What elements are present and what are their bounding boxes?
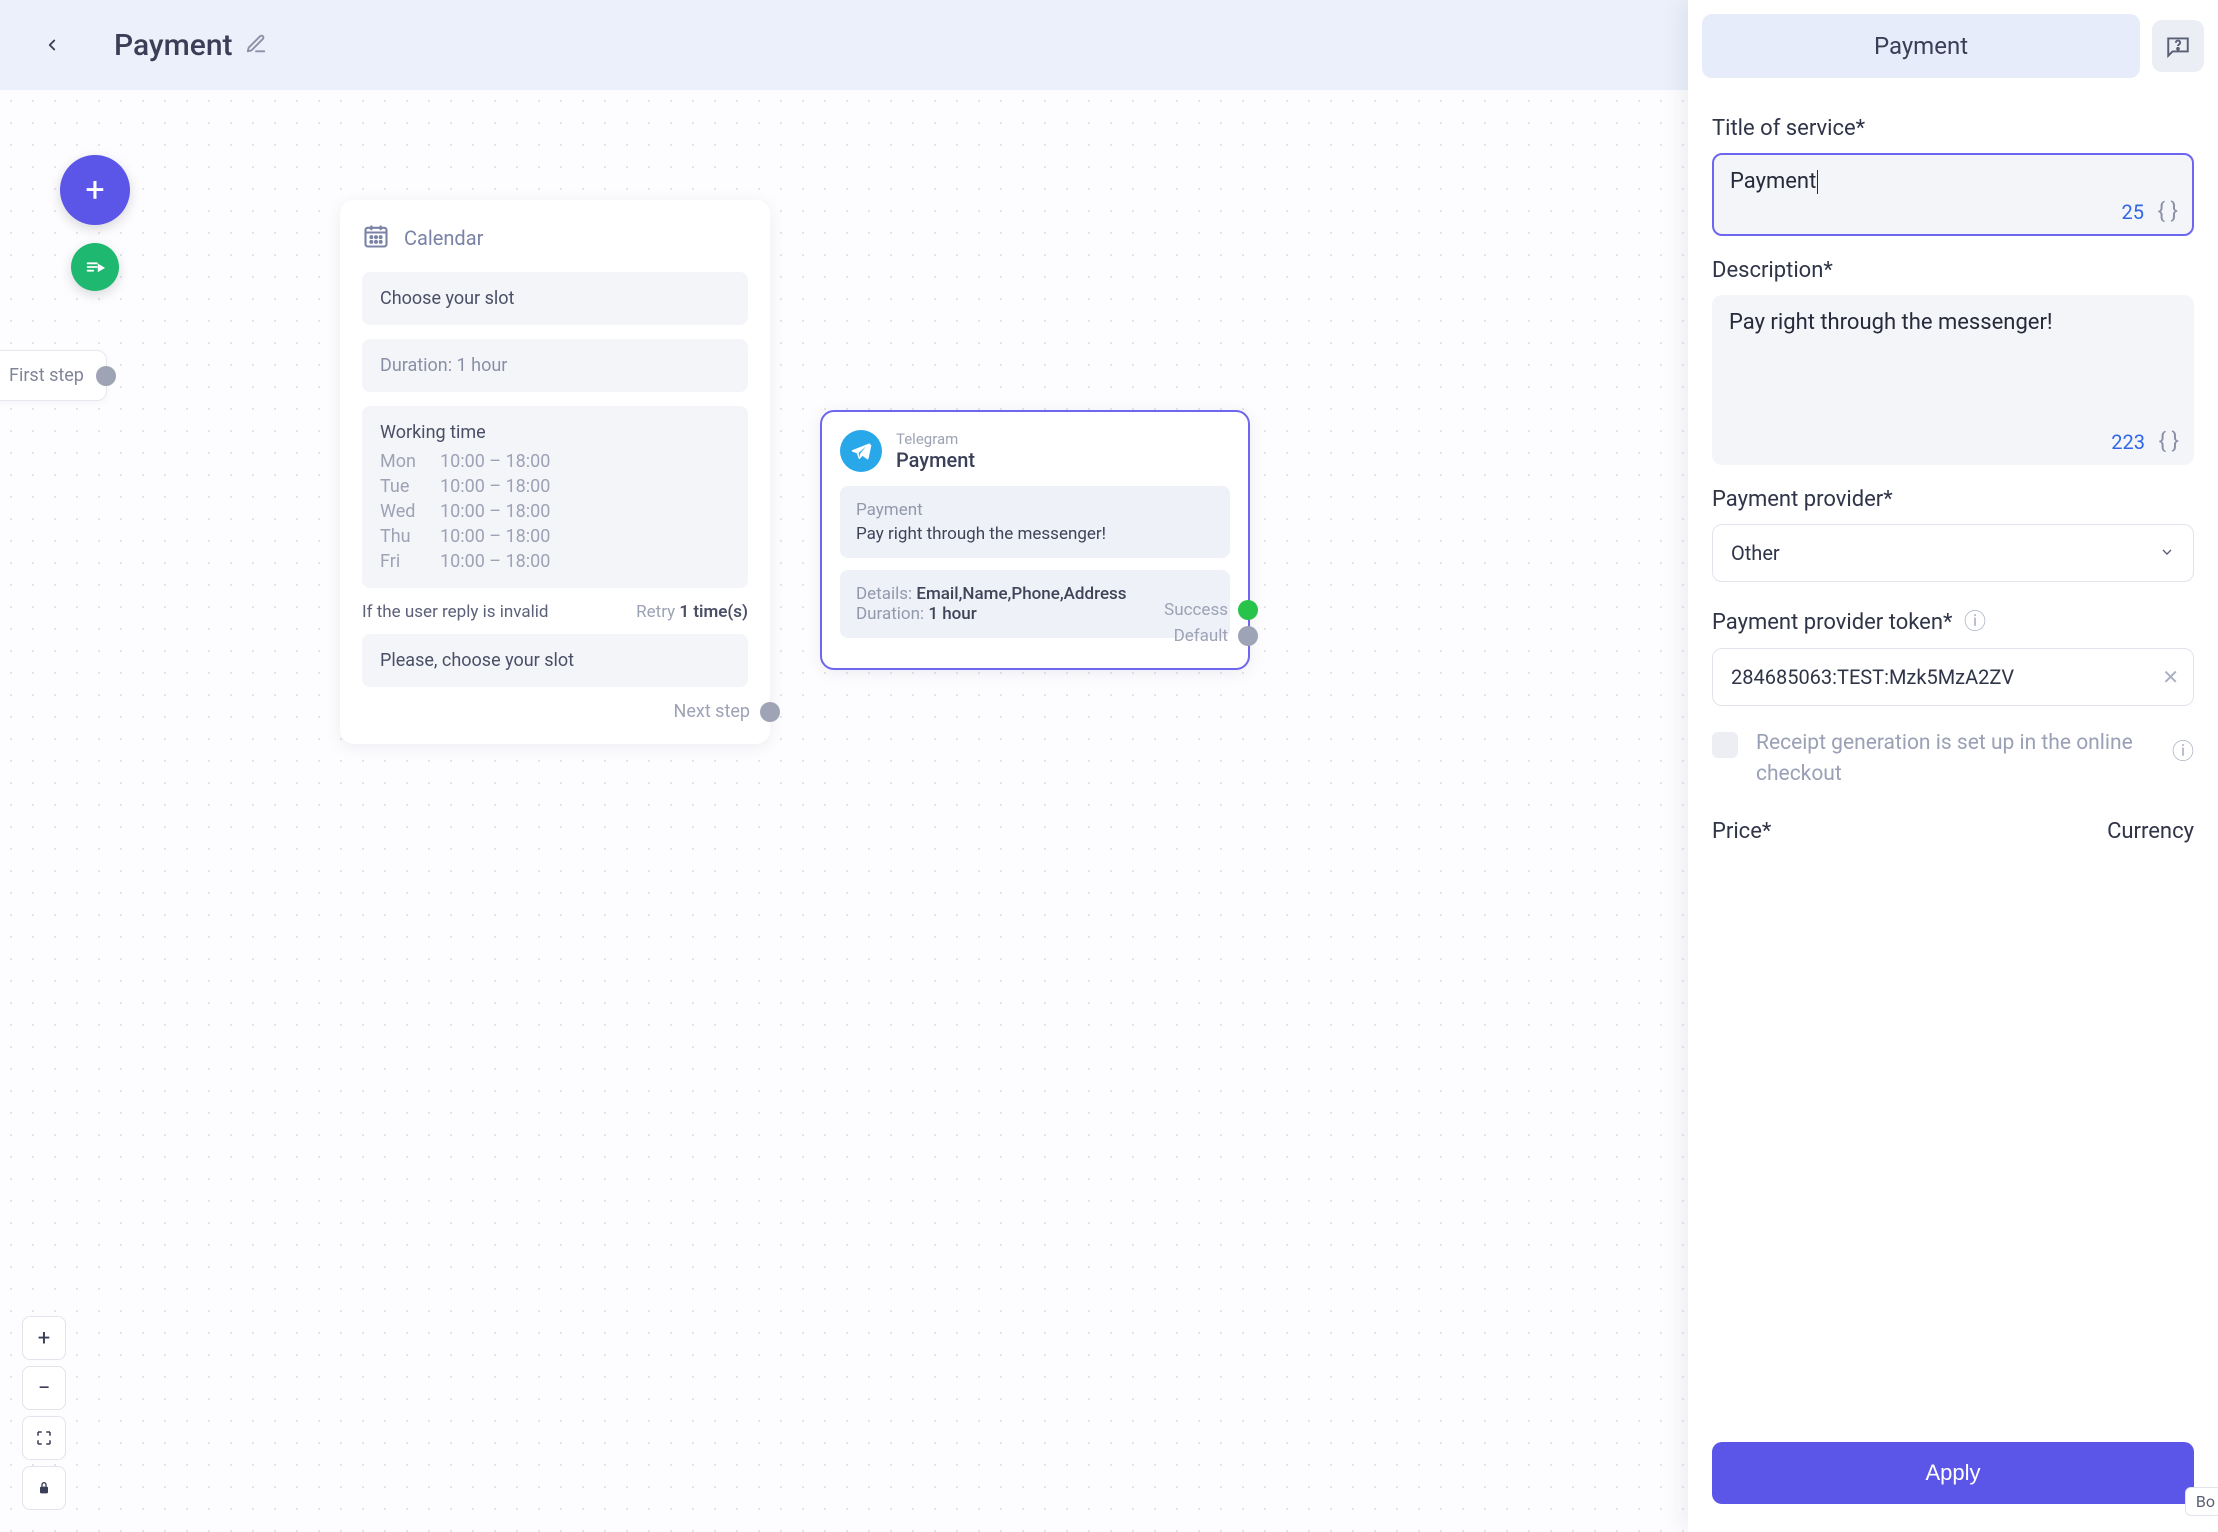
payment-message-block: Payment Pay right through the messenger!: [840, 486, 1230, 558]
receipt-label: Receipt generation is set up in the onli…: [1756, 728, 2154, 789]
corner-badge[interactable]: Bo: [2185, 1487, 2218, 1516]
help-button[interactable]: [2152, 20, 2204, 72]
back-button[interactable]: [30, 23, 74, 67]
provider-value: Other: [1731, 541, 1780, 565]
payment-node[interactable]: Telegram Payment Payment Pay right throu…: [820, 410, 1250, 670]
first-step-label: First step: [9, 365, 84, 386]
side-panel: Payment Title of service* Payment 25 { }…: [1688, 0, 2218, 1532]
wh-row: Fri10:00 – 18:00: [380, 551, 730, 572]
fullscreen-button[interactable]: [22, 1416, 66, 1460]
payment-block-title: Payment: [856, 500, 1214, 520]
provider-select[interactable]: Other: [1712, 524, 2194, 582]
lock-button[interactable]: [22, 1466, 66, 1510]
payment-channel: Telegram: [896, 430, 975, 448]
side-panel-tab[interactable]: Payment: [1702, 14, 2140, 78]
fab-stack: +: [60, 155, 130, 291]
token-value: 284685063:TEST:Mzk5MzA2ZV: [1731, 665, 2014, 689]
zoom-out-button[interactable]: −: [22, 1366, 66, 1410]
page-title: Payment: [114, 28, 267, 63]
desc-label: Description*: [1712, 258, 2194, 283]
side-panel-header: Payment: [1688, 0, 2218, 88]
side-panel-footer: Apply: [1688, 1424, 2218, 1532]
desc-input-wrapper[interactable]: Pay right through the messenger! 223 { }: [1712, 295, 2194, 465]
calendar-icon: [362, 222, 390, 254]
token-label: Payment provider token* ⓘ: [1712, 604, 2194, 636]
port-default[interactable]: Default: [1174, 626, 1258, 646]
next-step-port[interactable]: [760, 702, 780, 722]
provider-label: Payment provider*: [1712, 487, 2194, 512]
choose-slot-block: Choose your slot: [362, 272, 748, 325]
info-icon[interactable]: ⓘ: [1964, 610, 1986, 635]
side-panel-body: Title of service* Payment 25 { } Descrip…: [1688, 88, 2218, 1424]
chevron-down-icon: [2159, 541, 2175, 565]
wh-row: Mon10:00 – 18:00: [380, 451, 730, 472]
currency-label: Currency: [2107, 819, 2194, 844]
working-time-block: Working time Mon10:00 – 18:00 Tue10:00 –…: [362, 406, 748, 588]
invalid-reply-row: If the user reply is invalid Retry 1 tim…: [362, 602, 748, 622]
title-input[interactable]: Payment: [1730, 169, 2176, 194]
calendar-node-header: Calendar: [362, 222, 748, 254]
price-label: Price*: [1712, 819, 1771, 844]
title-label: Title of service*: [1712, 116, 2194, 141]
receipt-checkbox[interactable]: [1712, 732, 1738, 758]
desc-input[interactable]: Pay right through the messenger!: [1729, 310, 2177, 335]
edit-title-icon[interactable]: [245, 28, 267, 63]
telegram-icon: [840, 430, 882, 472]
payment-output-ports: Success Default: [1164, 600, 1258, 646]
payment-block-body: Pay right through the messenger!: [856, 524, 1214, 544]
fallback-block: Please, choose your slot: [362, 634, 748, 687]
receipt-checkbox-row: Receipt generation is set up in the onli…: [1712, 728, 2194, 789]
desc-counter: 223: [2111, 430, 2145, 454]
default-port-dot[interactable]: [1238, 626, 1258, 646]
next-step-label: Next step: [674, 701, 751, 722]
success-port-dot[interactable]: [1238, 600, 1258, 620]
payment-node-header: Telegram Payment: [840, 430, 1230, 472]
connectors-layer: [0, 90, 300, 240]
run-button[interactable]: [71, 243, 119, 291]
zoom-in-button[interactable]: +: [22, 1316, 66, 1360]
payment-node-name: Payment: [896, 448, 975, 472]
add-node-button[interactable]: +: [60, 155, 130, 225]
wh-row: Wed10:00 – 18:00: [380, 501, 730, 522]
retry-label: Retry 1 time(s): [636, 602, 748, 622]
invalid-reply-label: If the user reply is invalid: [362, 602, 548, 622]
next-step-row: Next step: [362, 701, 748, 722]
working-time-title: Working time: [380, 422, 730, 443]
token-input[interactable]: 284685063:TEST:Mzk5MzA2ZV ✕: [1712, 648, 2194, 706]
apply-button[interactable]: Apply: [1712, 1442, 2194, 1504]
text-caret: [1817, 170, 1818, 194]
port-success[interactable]: Success: [1164, 600, 1258, 620]
wh-row: Thu10:00 – 18:00: [380, 526, 730, 547]
calendar-node-title: Calendar: [404, 226, 483, 250]
zoom-controls: + −: [22, 1316, 66, 1510]
calendar-node[interactable]: Calendar Choose your slot Duration: 1 ho…: [340, 200, 770, 744]
insert-variable-icon[interactable]: { }: [2158, 199, 2178, 224]
price-currency-labels: Price* Currency: [1712, 819, 2194, 844]
page-title-text: Payment: [114, 28, 233, 63]
wh-row: Tue10:00 – 18:00: [380, 476, 730, 497]
clear-token-icon[interactable]: ✕: [2162, 665, 2179, 689]
first-step-tab[interactable]: First step: [0, 350, 107, 401]
title-input-wrapper[interactable]: Payment 25 { }: [1712, 153, 2194, 236]
title-counter: 25: [2122, 200, 2144, 224]
info-icon[interactable]: ⓘ: [2172, 734, 2194, 766]
duration-block: Duration: 1 hour: [362, 339, 748, 392]
insert-variable-icon[interactable]: { }: [2159, 429, 2179, 454]
